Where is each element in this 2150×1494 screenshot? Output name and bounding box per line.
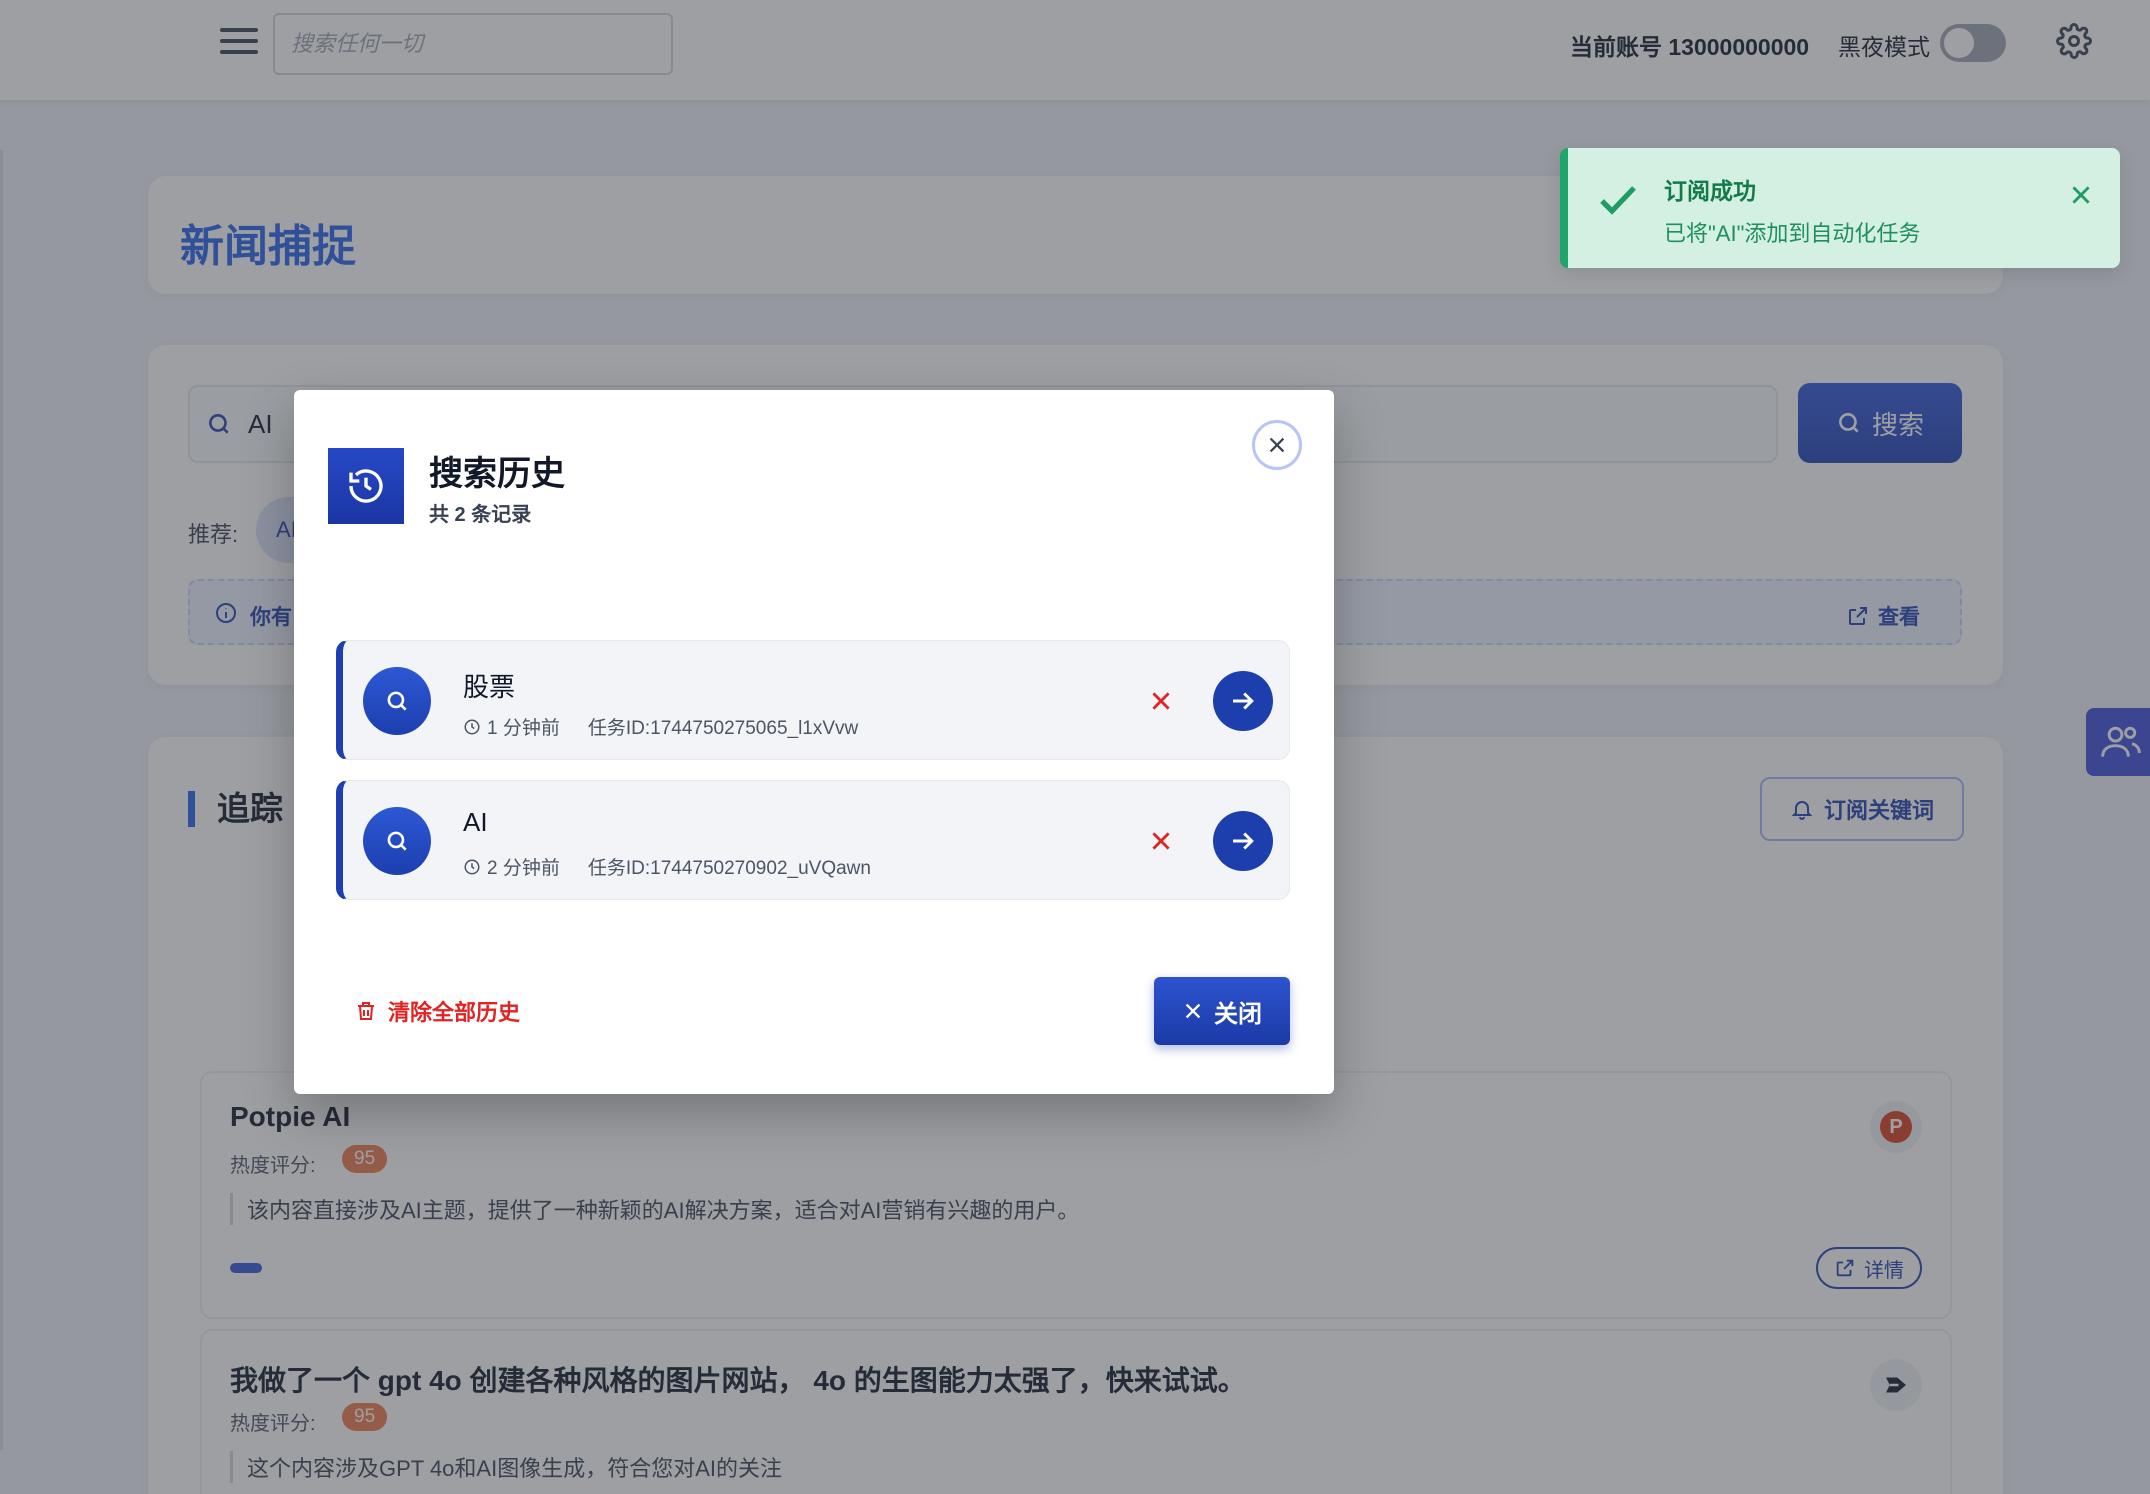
history-keyword: 股票 — [463, 672, 516, 702]
modal-title: 搜索历史 — [429, 455, 565, 493]
history-item[interactable]: AI 2 分钟前 任务ID:1744750270902_uVQawn — [336, 780, 1290, 900]
clock-icon — [464, 719, 480, 734]
history-icon — [328, 448, 404, 524]
history-item[interactable]: 股票 1 分钟前 任务ID:1744750275065_l1xVvw — [336, 640, 1290, 760]
delete-history-icon[interactable] — [1143, 683, 1179, 719]
history-task-id: 任务ID:1744750270902_uVQawn — [587, 858, 871, 879]
history-meta: 2 分钟前 任务ID:1744750270902_uVQawn — [463, 853, 871, 880]
go-search-button[interactable] — [1213, 811, 1273, 871]
history-task-id: 任务ID:1744750275065_l1xVvw — [587, 718, 859, 739]
modal-subtitle: 共 2 条记录 — [429, 504, 532, 526]
clear-all-label: 清除全部历史 — [388, 1000, 521, 1025]
arrow-right-icon — [1233, 692, 1254, 710]
history-time: 1 分钟前 — [487, 718, 560, 739]
toast-message: 已将"AI"添加到自动化任务 — [1664, 221, 1921, 246]
close-icon — [1269, 437, 1285, 453]
search-icon — [363, 667, 431, 735]
toast-close-icon[interactable] — [2068, 182, 2094, 213]
check-icon — [1594, 176, 1642, 229]
success-toast: 订阅成功 已将"AI"添加到自动化任务 — [1560, 148, 2120, 268]
history-meta: 1 分钟前 任务ID:1744750275065_l1xVvw — [463, 713, 858, 740]
clear-all-history-button[interactable]: 清除全部历史 — [354, 995, 520, 1027]
arrow-right-icon — [1233, 832, 1254, 850]
toast-title: 订阅成功 — [1664, 178, 1756, 204]
history-keyword: AI — [463, 807, 488, 837]
history-time: 2 分钟前 — [487, 858, 560, 879]
delete-history-icon[interactable] — [1143, 823, 1179, 859]
close-icon — [1185, 1003, 1201, 1019]
trash-icon — [358, 1002, 374, 1020]
close-button-label: 关闭 — [1214, 1000, 1262, 1028]
clock-icon — [464, 859, 480, 874]
go-search-button[interactable] — [1213, 671, 1273, 731]
search-history-modal: 搜索历史 共 2 条记录 股票 1 分钟前 任务ID:1744750275065… — [294, 390, 1334, 1094]
modal-close-button[interactable] — [1252, 420, 1302, 470]
close-button[interactable]: 关闭 — [1154, 977, 1290, 1045]
search-icon — [363, 807, 431, 875]
